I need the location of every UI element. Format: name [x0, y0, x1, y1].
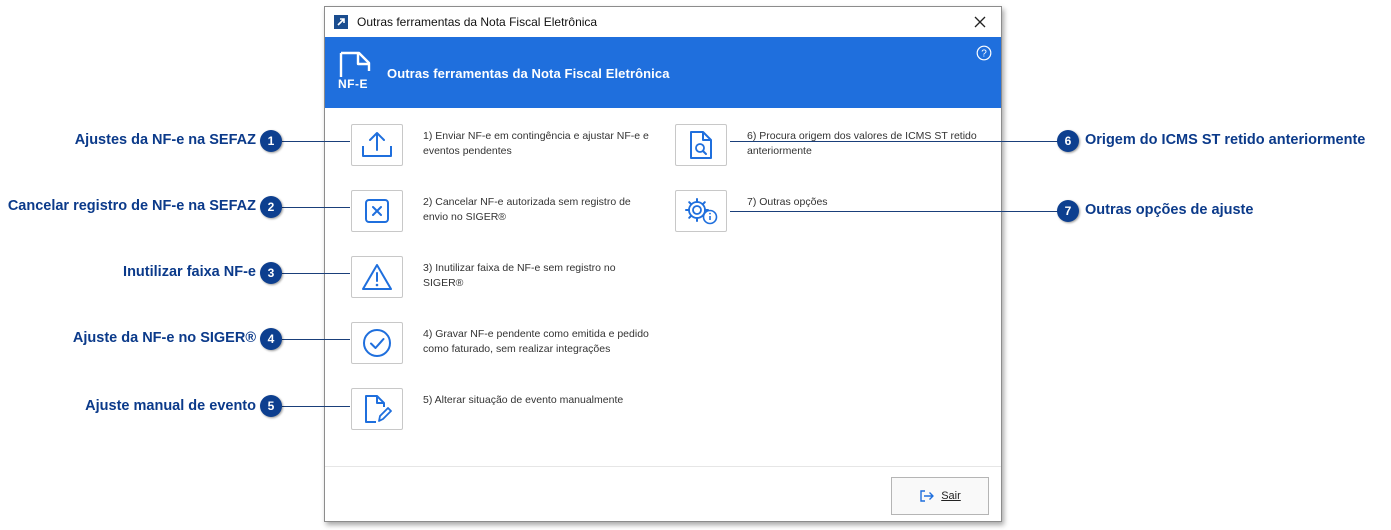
help-button[interactable]: ?	[976, 45, 992, 61]
tool-label-6: 6) Procura origem dos valores de ICMS ST…	[747, 130, 977, 157]
tool-button-5[interactable]	[351, 388, 403, 430]
gear-info-icon	[685, 198, 718, 225]
title-bar: Outras ferramentas da Nota Fiscal Eletrô…	[325, 7, 1001, 37]
callout-line-5	[282, 406, 350, 407]
callout-text-3: Inutilizar faixa NF-e	[123, 264, 256, 280]
tool-label-3: 3) Inutilizar faixa de NF-e sem registro…	[423, 262, 616, 289]
callout-text-5: Ajuste manual de evento	[85, 398, 256, 414]
callout-line-6	[730, 141, 1058, 142]
tool-button-1[interactable]	[351, 124, 403, 166]
close-box-icon	[365, 199, 389, 223]
edit-document-icon	[365, 395, 392, 423]
tool-button-2[interactable]	[351, 190, 403, 232]
warning-icon	[362, 264, 392, 290]
callout-badge-7: 7	[1057, 200, 1079, 222]
tool-button-3[interactable]	[351, 256, 403, 298]
footer-divider	[325, 466, 1001, 467]
window-title: Outras ferramentas da Nota Fiscal Eletrô…	[357, 15, 598, 29]
exit-button[interactable]: Sair	[891, 477, 989, 515]
dialog-window: Outras ferramentas da Nota Fiscal Eletrô…	[324, 6, 1002, 522]
callout-line-2	[282, 207, 350, 208]
callout-line-7	[730, 211, 1058, 212]
dialog-header: NF-E Outras ferramentas da Nota Fiscal E…	[325, 37, 1001, 108]
nfe-logo: NF-E	[337, 51, 377, 100]
callout-badge-3: 3	[260, 262, 282, 284]
callout-badge-6: 6	[1057, 130, 1079, 152]
callout-line-4	[282, 339, 350, 340]
callout-text-4: Ajuste da NF-e no SIGER®	[72, 330, 256, 346]
close-button[interactable]	[971, 13, 989, 31]
callout-badge-2: 2	[260, 196, 282, 218]
upload-icon	[362, 132, 392, 157]
callout-text-6: Origem do ICMS ST retido anteriormente	[1085, 132, 1366, 148]
callout-badge-5: 5	[260, 395, 282, 417]
callout-line-3	[282, 273, 350, 274]
check-circle-icon	[363, 329, 391, 357]
callout-text-2: Cancelar registro de NF-e na SEFAZ	[7, 198, 256, 214]
tool-label-5: 5) Alterar situação de evento manualment…	[423, 394, 624, 406]
document-search-icon	[690, 131, 712, 159]
nfe-logo-text: NF-E	[338, 77, 368, 91]
tool-label-7: 7) Outras opções	[747, 196, 828, 208]
app-icon	[334, 15, 348, 29]
svg-text:?: ?	[981, 49, 987, 60]
callout-text-1: Ajustes da NF-e na SEFAZ	[74, 132, 256, 148]
callout-badge-1: 1	[260, 130, 282, 152]
tool-label-1: 1) Enviar NF-e em contingência e ajustar…	[423, 130, 649, 157]
callout-text-7: Outras opções de ajuste	[1085, 202, 1254, 218]
tool-button-6[interactable]	[675, 124, 727, 166]
tool-button-7[interactable]	[675, 190, 727, 232]
header-title: Outras ferramentas da Nota Fiscal Eletrô…	[387, 66, 670, 81]
callout-badge-4: 4	[260, 328, 282, 350]
tool-label-2: 2) Cancelar NF-e autorizada sem registro…	[423, 196, 631, 223]
tool-button-4[interactable]	[351, 322, 403, 364]
exit-label: Sair	[941, 490, 961, 502]
tool-label-4: 4) Gravar NF-e pendente como emitida e p…	[423, 328, 649, 355]
help-icon: ?	[976, 45, 992, 61]
callout-line-1	[282, 141, 350, 142]
exit-icon	[920, 490, 934, 502]
close-icon	[974, 16, 986, 28]
